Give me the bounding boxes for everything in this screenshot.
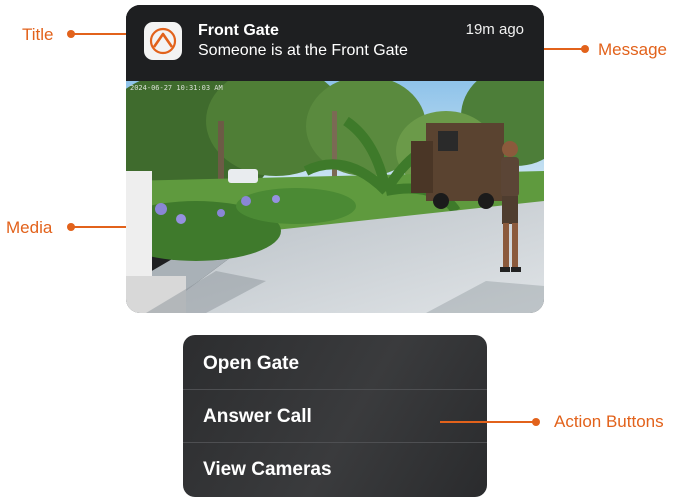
camera-snapshot[interactable]: 2024-06-27 10:31:03 AM xyxy=(126,81,544,313)
callout-media-label: Media xyxy=(6,218,53,237)
notification-header: Front Gate 19m ago Someone is at the Fro… xyxy=(126,5,544,81)
notification-title: Front Gate xyxy=(198,22,279,39)
callout-title-label: Title xyxy=(22,25,54,44)
notification-card[interactable]: Front Gate 19m ago Someone is at the Fro… xyxy=(126,5,544,313)
callout-message-dot xyxy=(581,45,589,53)
app-logo-icon xyxy=(144,22,182,60)
media-timestamp: 2024-06-27 10:31:03 AM xyxy=(130,84,223,92)
answer-call-button[interactable]: Answer Call xyxy=(183,390,487,443)
callout-actions-dot xyxy=(532,418,540,426)
notification-time: 19m ago xyxy=(465,21,524,38)
open-gate-button[interactable]: Open Gate xyxy=(183,337,487,390)
callout-actions-label: Action Buttons xyxy=(554,412,664,431)
view-cameras-button[interactable]: View Cameras xyxy=(183,443,487,496)
callout-message-label: Message xyxy=(598,40,667,59)
callout-actions-line xyxy=(440,421,536,423)
action-menu: Open Gate Answer Call View Cameras xyxy=(183,335,487,497)
notification-message: Someone is at the Front Gate xyxy=(198,42,408,59)
